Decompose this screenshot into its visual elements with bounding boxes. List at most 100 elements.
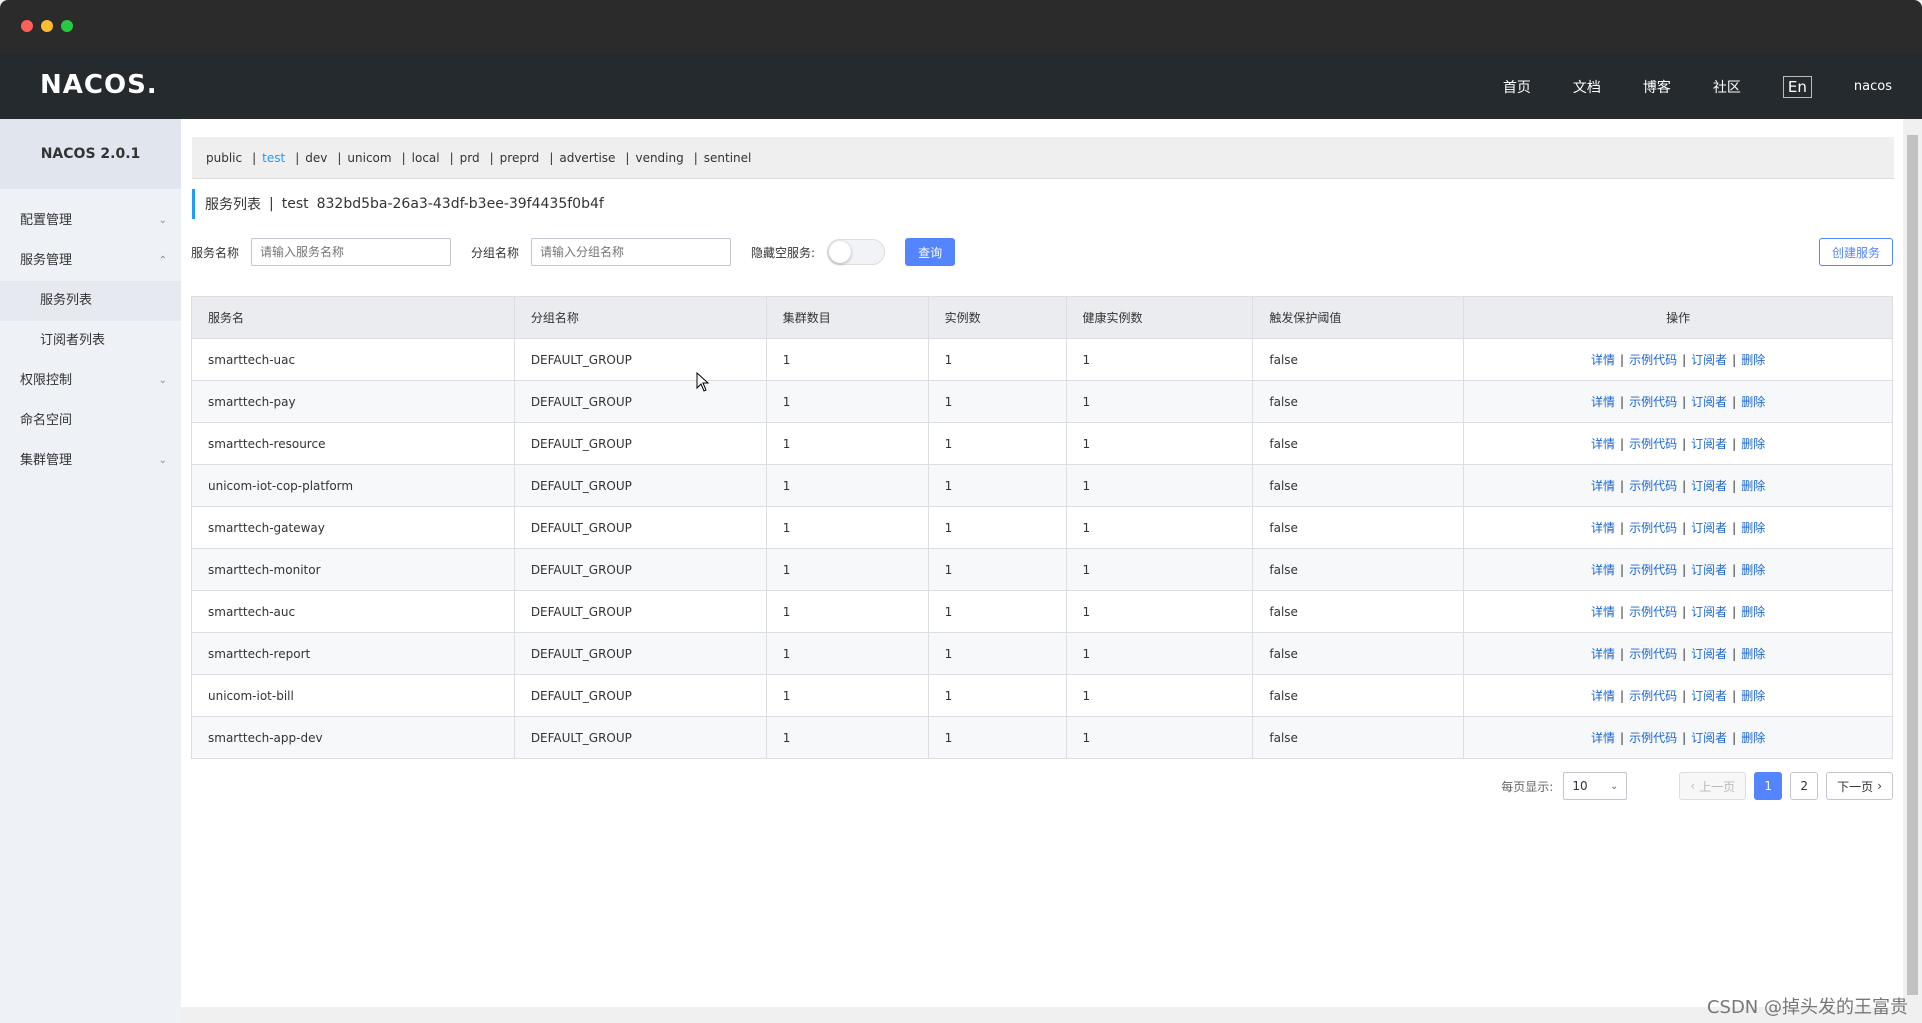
subscriber-link[interactable]: 订阅者 — [1691, 395, 1727, 409]
nav-community-link[interactable]: 社区 — [1713, 77, 1741, 97]
delete-link[interactable]: 删除 — [1741, 731, 1765, 745]
op-separator: | — [1732, 395, 1737, 409]
sample-code-link[interactable]: 示例代码 — [1629, 647, 1677, 661]
detail-link[interactable]: 详情 — [1591, 521, 1615, 535]
detail-link[interactable]: 详情 — [1591, 479, 1615, 493]
detail-link[interactable]: 详情 — [1591, 437, 1615, 451]
delete-link[interactable]: 删除 — [1741, 647, 1765, 661]
table-cell: false — [1252, 674, 1465, 717]
sidebar-item-cluster[interactable]: 集群管理 ⌄ — [0, 441, 181, 481]
namespace-tab-advertise[interactable]: advertise — [559, 151, 615, 165]
page-button-2[interactable]: 2 — [1790, 772, 1819, 800]
subscriber-link[interactable]: 订阅者 — [1691, 605, 1727, 619]
namespace-separator: | — [337, 150, 342, 165]
nav-docs-link[interactable]: 文档 — [1573, 77, 1601, 97]
subscriber-link[interactable]: 订阅者 — [1691, 563, 1727, 577]
close-window-icon[interactable] — [21, 20, 33, 32]
sample-code-link[interactable]: 示例代码 — [1629, 479, 1677, 493]
sidebar-item-subscriber-list[interactable]: 订阅者列表 — [0, 321, 181, 361]
minimize-window-icon[interactable] — [41, 20, 53, 32]
namespace-tab-sentinel[interactable]: sentinel — [704, 151, 752, 165]
detail-link[interactable]: 详情 — [1591, 395, 1615, 409]
namespace-tab-dev[interactable]: dev — [305, 151, 327, 165]
sidebar-item-service-list[interactable]: 服务列表 — [0, 281, 181, 321]
subscriber-link[interactable]: 订阅者 — [1691, 521, 1727, 535]
sidebar-item-service[interactable]: 服务管理 ⌃ — [0, 241, 181, 281]
delete-link[interactable]: 删除 — [1741, 479, 1765, 493]
service-name-input[interactable] — [251, 238, 452, 266]
namespace-separator: | — [252, 150, 257, 165]
maximize-window-icon[interactable] — [61, 20, 73, 32]
table-cell: DEFAULT_GROUP — [513, 674, 767, 717]
namespace-tab-local[interactable]: local — [412, 151, 440, 165]
sidebar-item-config[interactable]: 配置管理 ⌄ — [0, 201, 181, 241]
chevron-up-icon: ⌃ — [158, 255, 167, 266]
namespace-tab-vending[interactable]: vending — [635, 151, 683, 165]
horizontal-scrollbar[interactable] — [181, 1007, 1903, 1023]
query-button[interactable]: 查询 — [905, 238, 956, 266]
delete-link[interactable]: 删除 — [1741, 353, 1765, 367]
table-row: smarttech-report DEFAULT_GROUP 1 1 1 false 详情 |… — [191, 632, 1893, 675]
scrollbar-thumb[interactable] — [1907, 135, 1918, 995]
language-toggle-button[interactable]: En — [1782, 75, 1812, 98]
sidebar-item-auth[interactable]: 权限控制 ⌄ — [0, 361, 181, 401]
delete-link[interactable]: 删除 — [1741, 521, 1765, 535]
subscriber-link[interactable]: 订阅者 — [1691, 647, 1727, 661]
delete-link[interactable]: 删除 — [1741, 689, 1765, 703]
sample-code-link[interactable]: 示例代码 — [1629, 605, 1677, 619]
subscriber-link[interactable]: 订阅者 — [1691, 479, 1727, 493]
table-cell-ops: 详情 | 示例代码 | 订阅者 | 删除 — [1463, 422, 1893, 465]
namespace-tab-preprd[interactable]: preprd — [500, 151, 540, 165]
sample-code-link[interactable]: 示例代码 — [1629, 395, 1677, 409]
op-separator: | — [1682, 563, 1687, 577]
sample-code-link[interactable]: 示例代码 — [1629, 689, 1677, 703]
op-separator: | — [1682, 437, 1687, 451]
sample-code-link[interactable]: 示例代码 — [1629, 563, 1677, 577]
op-separator: | — [1732, 647, 1737, 661]
sample-code-link[interactable]: 示例代码 — [1629, 521, 1677, 535]
page-button-1[interactable]: 1 — [1754, 772, 1783, 800]
sample-code-link[interactable]: 示例代码 — [1629, 353, 1677, 367]
namespace-tab-test[interactable]: test — [262, 151, 285, 165]
subscriber-link[interactable]: 订阅者 — [1691, 437, 1727, 451]
namespace-tab-prd[interactable]: prd — [460, 151, 480, 165]
next-page-button[interactable]: 下一页 › — [1826, 772, 1893, 800]
top-navbar: NACOS. 首页 文档 博客 社区 En nacos — [0, 54, 1922, 119]
nacos-logo[interactable]: NACOS. — [40, 70, 158, 100]
detail-link[interactable]: 详情 — [1591, 731, 1615, 745]
user-menu[interactable]: nacos — [1854, 79, 1892, 94]
sample-code-link[interactable]: 示例代码 — [1629, 731, 1677, 745]
namespace-separator: | — [449, 150, 454, 165]
subscriber-link[interactable]: 订阅者 — [1691, 353, 1727, 367]
hide-empty-toggle[interactable] — [827, 239, 886, 265]
table-cell: DEFAULT_GROUP — [513, 506, 767, 549]
per-page-value: 10 — [1572, 779, 1588, 793]
table-row: smarttech-resource DEFAULT_GROUP 1 1 1 false 详… — [191, 422, 1893, 465]
table-cell: false — [1252, 590, 1465, 633]
detail-link[interactable]: 详情 — [1591, 689, 1615, 703]
detail-link[interactable]: 详情 — [1591, 605, 1615, 619]
delete-link[interactable]: 删除 — [1741, 563, 1765, 577]
subscriber-link[interactable]: 订阅者 — [1691, 689, 1727, 703]
subscriber-link[interactable]: 订阅者 — [1691, 731, 1727, 745]
sample-code-link[interactable]: 示例代码 — [1629, 437, 1677, 451]
namespace-tab-unicom[interactable]: unicom — [347, 151, 391, 165]
prev-page-button[interactable]: ‹ 上一页 — [1679, 772, 1747, 800]
sidebar-item-namespace[interactable]: 命名空间 — [0, 401, 181, 441]
per-page-select[interactable]: 10 ⌄ — [1563, 772, 1628, 800]
vertical-scrollbar[interactable] — [1903, 119, 1922, 1007]
group-name-input[interactable] — [531, 238, 732, 266]
delete-link[interactable]: 删除 — [1741, 395, 1765, 409]
detail-link[interactable]: 详情 — [1591, 647, 1615, 661]
detail-link[interactable]: 详情 — [1591, 353, 1615, 367]
table-cell: false — [1252, 506, 1465, 549]
detail-link[interactable]: 详情 — [1591, 563, 1615, 577]
op-separator: | — [1682, 689, 1687, 703]
namespace-tab-public[interactable]: public — [206, 151, 242, 165]
nav-home-link[interactable]: 首页 — [1503, 77, 1531, 97]
delete-link[interactable]: 删除 — [1741, 605, 1765, 619]
delete-link[interactable]: 删除 — [1741, 437, 1765, 451]
create-service-button[interactable]: 创建服务 — [1818, 238, 1893, 266]
nav-blog-link[interactable]: 博客 — [1643, 77, 1671, 97]
table-cell: 1 — [1065, 590, 1254, 633]
